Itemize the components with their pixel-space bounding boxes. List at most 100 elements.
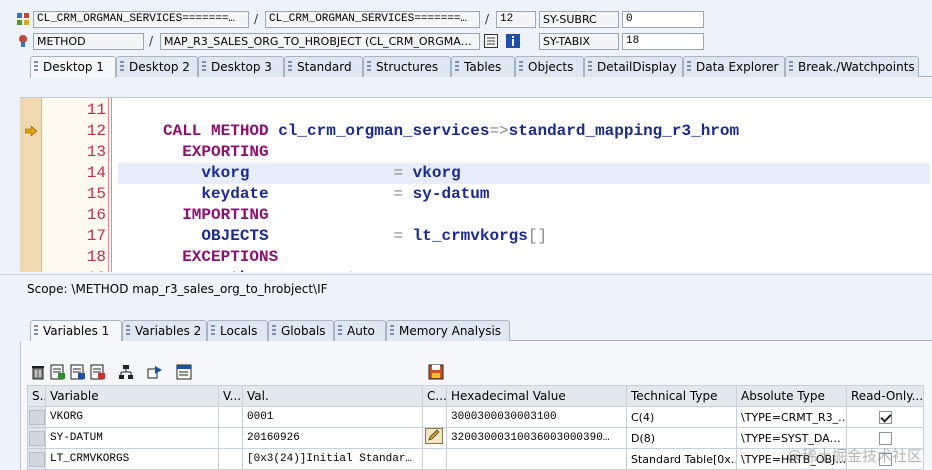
source-code-pane[interactable]: 11 12 13 14 15 16 17 18 19 CALL METHOD c… [20,97,932,272]
tab-variables-2[interactable]: Variables 2 [122,320,207,341]
col-header-variable[interactable]: Variable [45,385,219,407]
cell-value[interactable]: [0x3(24)]Initial Standar… [242,448,423,470]
cell-hex[interactable] [446,448,627,470]
tab-variables-1[interactable]: Variables 1 [30,320,122,342]
tab-data-explorer[interactable]: Data Explorer [683,56,785,77]
line-number: 13 [86,143,106,161]
line-number: 16 [86,206,106,224]
save-icon[interactable] [428,364,444,380]
method-name-field[interactable]: MAP_R3_SALES_ORG_TO_HROBJECT (CL_CRM_ORG… [160,33,480,50]
cell-v [218,406,243,428]
sysvar-name-field-2: SY-TABIX [539,33,619,50]
tab-detaildisplay[interactable]: DetailDisplay [584,56,683,77]
scope-label: Scope: \METHOD map_r3_sales_org_to_hrobj… [0,274,932,302]
hierarchy-icon[interactable] [118,364,134,380]
line-number: 17 [86,227,106,245]
tab-label: Auto [347,324,375,338]
tab-label: Desktop 2 [129,60,190,74]
event-type-field[interactable]: METHOD [33,33,144,50]
tab-tables[interactable]: Tables [451,56,515,77]
tab-breakpoints[interactable]: Break./Watchpoints [785,56,919,77]
tab-structures[interactable]: Structures [363,56,451,77]
tab-label: Structures [376,60,439,74]
tab-grip [519,61,523,73]
tab-objects[interactable]: Objects [515,56,584,77]
code-line-14: vkorg = vkorg [163,163,460,184]
cell-read-only [846,406,924,428]
code-identifier: others [163,269,279,272]
cell-change[interactable] [422,427,447,449]
details-icon[interactable] [176,364,192,380]
navigate-icon[interactable] [147,364,163,380]
cell-change [422,448,447,470]
tab-locals[interactable]: Locals [207,320,268,341]
cell-variable[interactable]: LT_CRMVKORGS [45,448,219,470]
append-row-icon[interactable] [70,364,86,380]
tab-grip [34,61,38,73]
line-number-field[interactable]: 12 [496,11,536,28]
sysvar-value-field-2[interactable]: 18 [622,33,704,50]
insert-row-icon[interactable] [50,364,66,380]
cell-variable[interactable]: VKORG [45,406,219,428]
delete-icon[interactable] [30,364,46,380]
cell-variable[interactable]: SY-DATUM [45,427,219,449]
current-line-arrow-icon [25,126,37,136]
code-line-18: EXCEPTIONS [163,247,278,268]
program-field[interactable]: CL_CRM_ORGMAN_SERVICES=======… [33,11,249,28]
cell-value[interactable]: 0001 [242,406,423,428]
col-header-hex[interactable]: Hexadecimal Value [446,385,627,407]
cell-absolute-type[interactable]: \TYPE=CRMT_R3_… [736,406,847,428]
read-only-checkbox [878,431,892,445]
col-header-absolute-type[interactable]: Absolute Type [736,385,847,407]
sysvar-value-field[interactable]: 0 [622,11,704,28]
tab-grip [687,61,691,73]
row-selector-box[interactable] [28,409,45,425]
tab-label: Standard [297,60,352,74]
tab-desktop-3[interactable]: Desktop 3 [198,56,284,77]
col-header-read-only[interactable]: Read-Only... [846,385,924,407]
tab-label: Variables 2 [135,324,202,338]
tab-auto[interactable]: Auto [334,320,386,341]
structure-icon[interactable] [484,34,498,48]
row-selector[interactable] [27,448,46,470]
tab-grip [338,325,342,337]
pencil-icon[interactable] [425,428,443,444]
variables-tabbar: Variables 1 Variables 2 Locals Globals A… [30,320,932,342]
col-header-value[interactable]: Val. [242,385,423,407]
tab-grip [367,61,371,73]
breakpoint-gutter[interactable] [20,98,42,272]
tab-grip [120,61,124,73]
cell-hex[interactable]: 32003000310036003000390… [446,427,627,449]
col-header-v[interactable]: V... [218,385,243,407]
tab-globals[interactable]: Globals [268,320,334,341]
code-keyword: EXCEPTIONS [163,248,279,266]
cell-hex[interactable]: 3000300030003100 [446,406,627,428]
tab-label: Desktop 3 [211,60,272,74]
include-field[interactable]: CL_CRM_ORGMAN_SERVICES=======… [265,11,480,28]
tab-desktop-1[interactable]: Desktop 1 [30,56,116,78]
info-icon[interactable] [506,34,520,48]
col-header-change[interactable]: C... [422,385,447,407]
tab-grip [272,325,276,337]
col-header-status[interactable]: S... [27,385,46,407]
row-selector-box[interactable] [28,451,45,467]
cell-value[interactable]: 20160926 [242,427,423,449]
table-row[interactable]: VKORG 0001 3000300030003100 C(4) \TYPE=C… [27,406,924,428]
delete-row-icon[interactable] [90,364,106,380]
cell-change [422,406,447,428]
tab-label: Memory Analysis [399,324,502,338]
tab-label: DetailDisplay [597,60,677,74]
tab-memory-analysis[interactable]: Memory Analysis [386,320,510,341]
row-selector-box[interactable] [28,430,45,446]
cell-technical-type: D(8) [626,427,737,449]
line-number: 18 [86,248,106,266]
tab-label: Variables 1 [43,324,110,338]
table-header-row: S... Variable V... Val. C... Hexadecimal… [27,385,924,407]
tab-grip [390,325,394,337]
tab-desktop-2[interactable]: Desktop 2 [116,56,198,77]
row-selector[interactable] [27,427,46,449]
col-header-technical-type[interactable]: Technical Type [626,385,737,407]
code-keyword: CALL METHOD [163,122,279,140]
row-selector[interactable] [27,406,46,428]
tab-standard[interactable]: Standard [284,56,363,77]
